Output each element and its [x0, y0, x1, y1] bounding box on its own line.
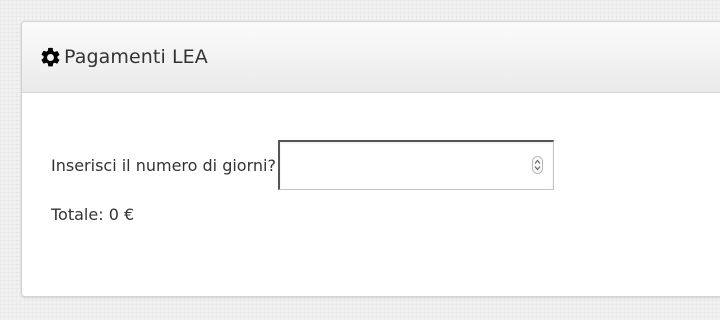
number-spinner-icon[interactable]	[531, 156, 543, 174]
panel-body: Inserisci il numero di giorni? Totale: 0…	[22, 93, 720, 296]
gear-icon	[39, 46, 62, 69]
days-row: Inserisci il numero di giorni?	[51, 140, 554, 190]
total-text: Totale: 0 €	[51, 205, 135, 224]
panel-header: Pagamenti LEA	[22, 22, 720, 93]
days-label: Inserisci il numero di giorni?	[51, 155, 276, 175]
days-number-field[interactable]	[277, 140, 554, 190]
days-input[interactable]	[279, 142, 510, 189]
payments-panel: Pagamenti LEA Inserisci il numero di gio…	[21, 21, 720, 297]
panel-title: Pagamenti LEA	[64, 46, 208, 68]
